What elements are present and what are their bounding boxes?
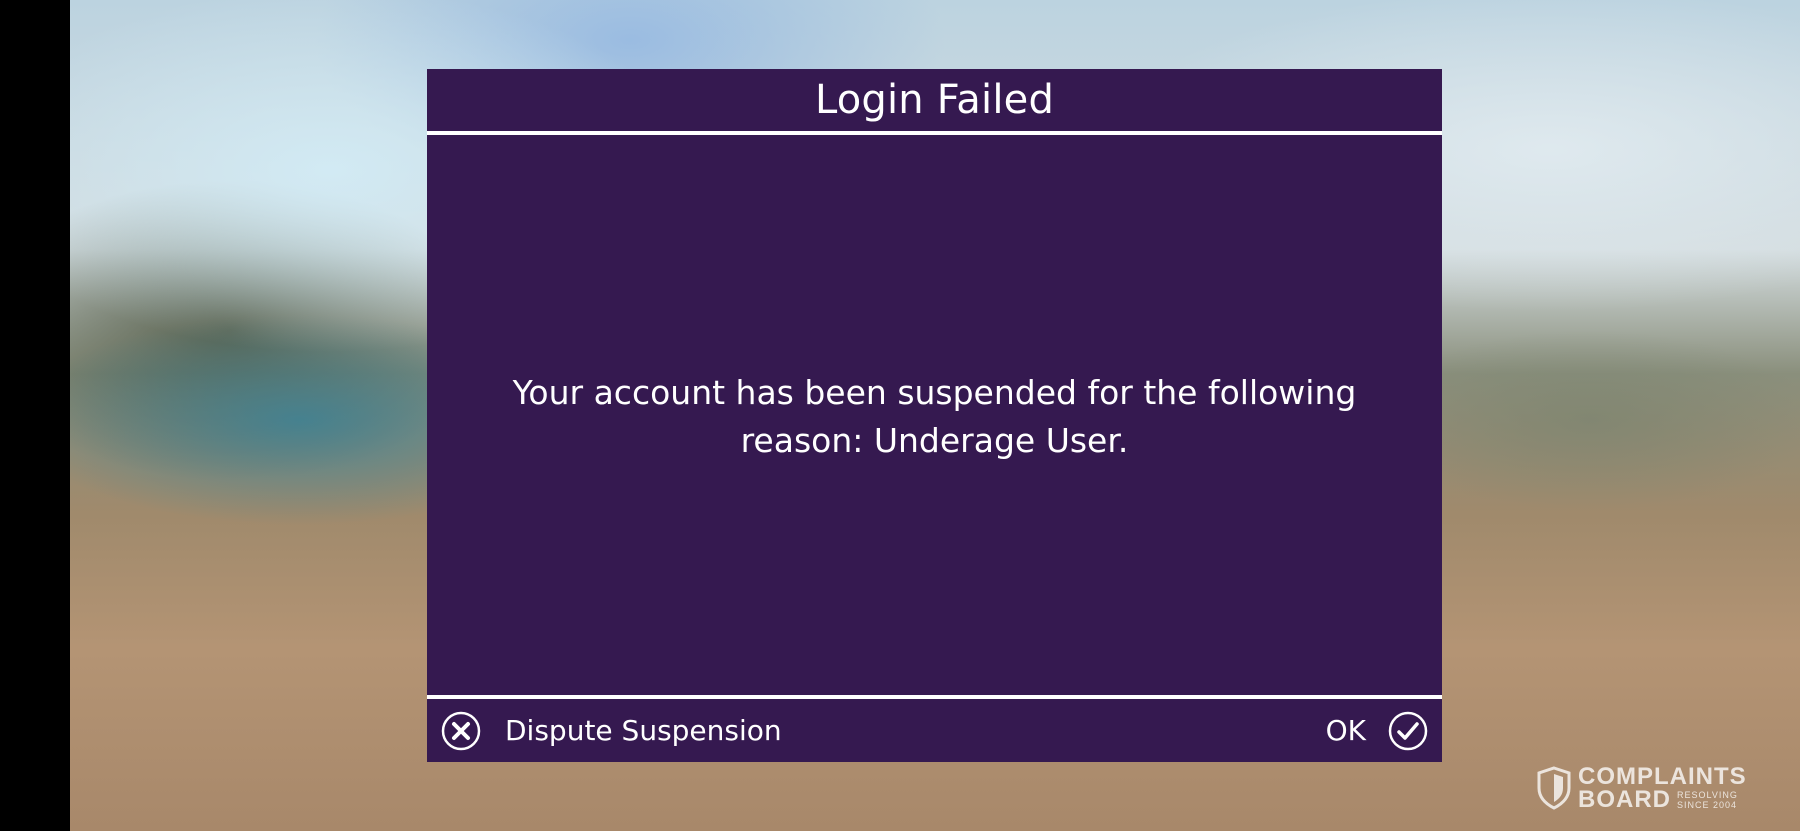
watermark-line2: BOARD: [1578, 786, 1671, 813]
ok-label: OK: [1325, 714, 1366, 747]
complaints-board-watermark: COMPLAINTS BOARD RESOLVING SINCE 2004: [1536, 763, 1756, 813]
shield-icon: [1537, 766, 1571, 810]
close-circle-icon: [441, 711, 481, 750]
dialog-footer: Dispute Suspension OK: [427, 699, 1442, 762]
login-failed-dialog: Login Failed Your account has been suspe…: [427, 69, 1442, 762]
game-screen: Login Failed Your account has been suspe…: [0, 0, 1800, 831]
dispute-suspension-label: Dispute Suspension: [505, 714, 782, 747]
left-black-bar: [0, 0, 70, 831]
dialog-title: Login Failed: [814, 77, 1055, 123]
watermark-tag1: RESOLVING: [1677, 790, 1738, 800]
ok-button[interactable]: OK: [1326, 699, 1428, 762]
watermark-tag2: SINCE 2004: [1677, 800, 1738, 810]
dispute-suspension-button[interactable]: Dispute Suspension: [441, 699, 782, 762]
suspension-message: Your account has been suspended for the …: [512, 373, 1357, 460]
checkmark-circle-icon: [1388, 711, 1428, 750]
title-divider: [427, 131, 1442, 135]
